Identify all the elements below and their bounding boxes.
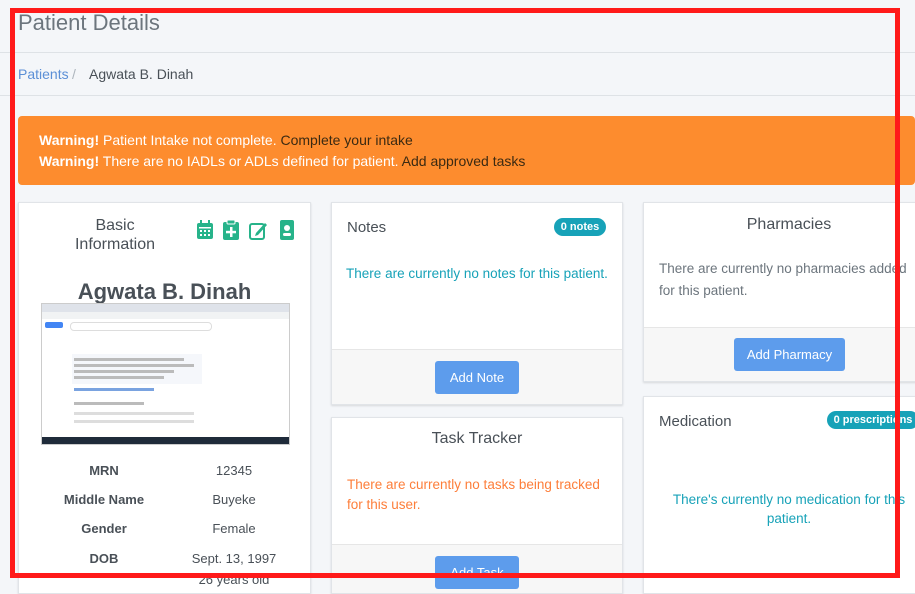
add-pharmacy-button[interactable]: Add Pharmacy xyxy=(734,338,845,371)
task-tracker-title: Task Tracker xyxy=(431,430,523,447)
task-tracker-footer: Add Task xyxy=(332,544,622,593)
add-approved-tasks-link[interactable]: Add approved tasks xyxy=(402,153,526,169)
breadcrumb-current: Agwata B. Dinah xyxy=(89,66,194,82)
field-value: 12345 xyxy=(215,463,253,478)
id-badge-icon[interactable] xyxy=(278,220,296,240)
field-value: Sept. 13, 1997 xyxy=(191,551,277,566)
task-tracker-empty-message: There are currently no tasks being track… xyxy=(347,477,600,512)
pharmacies-empty-message: There are currently no pharmacies added … xyxy=(659,261,907,298)
prescriptions-count-badge: 0 prescriptions xyxy=(827,411,915,429)
pharmacies-title: Pharmacies xyxy=(746,216,832,233)
browser-tabbar xyxy=(42,304,289,312)
medication-title: Medication xyxy=(659,413,732,430)
alert-label: Warning! xyxy=(39,153,100,169)
breadcrumb-separator: / xyxy=(72,66,76,82)
alert-label: Warning! xyxy=(39,132,100,148)
field-value: Female xyxy=(212,521,256,536)
notes-footer: Add Note xyxy=(332,349,622,404)
complete-intake-link[interactable]: Complete your intake xyxy=(280,132,412,148)
calendar-icon[interactable] xyxy=(196,220,214,240)
task-tracker-card: Task Tracker There are currently no task… xyxy=(331,417,623,594)
breadcrumb: Patients / Agwata B. Dinah xyxy=(0,53,915,96)
taskbar-thumbnail xyxy=(42,437,289,444)
attached-screenshot-image xyxy=(41,303,290,445)
field-value: Buyeke xyxy=(212,492,256,507)
alert-adls: Warning! There are no IADLs or ADLs defi… xyxy=(39,153,525,169)
notes-title: Notes xyxy=(347,219,387,236)
breadcrumb-patients-link[interactable]: Patients xyxy=(18,66,69,82)
page-header: Patient Details xyxy=(0,0,915,53)
warning-alert: Warning! Patient Intake not complete. Co… xyxy=(18,116,915,185)
add-note-button[interactable]: Add Note xyxy=(435,361,519,394)
patient-name: Agwata B. Dinah xyxy=(77,279,252,304)
notes-empty-message: There are currently no notes for this pa… xyxy=(346,266,608,281)
basic-info-title: Basic Information xyxy=(55,216,175,254)
medication-card: Medication 0 prescriptions There's curre… xyxy=(643,396,915,594)
page-title: Patient Details xyxy=(18,10,160,35)
alert-intake: Warning! Patient Intake not complete. Co… xyxy=(39,132,413,148)
browser-addressbar xyxy=(42,312,289,319)
add-task-button[interactable]: Add Task xyxy=(435,556,519,589)
notes-card: Notes 0 notes There are currently no not… xyxy=(331,202,623,405)
edit-icon[interactable] xyxy=(249,220,267,240)
logo-thumbnail xyxy=(45,322,63,328)
notes-count-badge: 0 notes xyxy=(554,218,606,236)
pharmacies-footer: Add Pharmacy xyxy=(644,327,915,381)
alert-text: Patient Intake not complete. xyxy=(103,132,277,148)
search-box-thumbnail xyxy=(70,322,212,331)
clipboard-plus-icon[interactable] xyxy=(222,220,240,240)
alert-text: There are no IADLs or ADLs defined for p… xyxy=(102,153,399,169)
basic-info-title-line1: Basic xyxy=(95,217,135,234)
basic-info-title-line2: Information xyxy=(74,236,156,253)
pharmacies-card: Pharmacies There are currently no pharma… xyxy=(643,202,915,382)
medication-empty-message: There's currently no medication for this… xyxy=(672,492,906,526)
